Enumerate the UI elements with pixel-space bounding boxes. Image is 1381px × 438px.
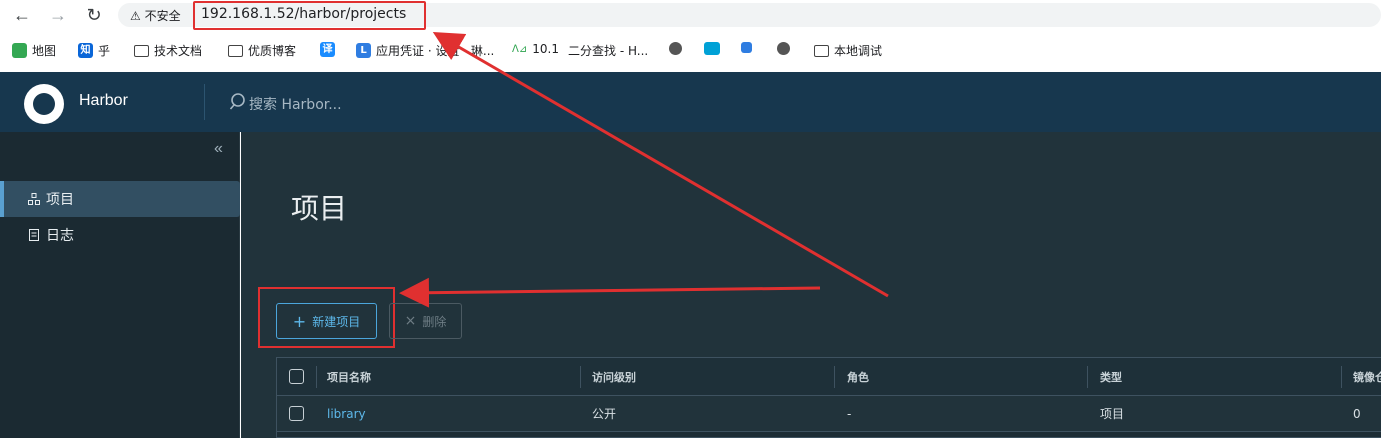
column-header-repos[interactable]: 镜像仓 [1353,358,1381,395]
maps-icon [12,43,27,58]
folder-icon [228,44,243,57]
collapse-sidebar-icon[interactable]: « [214,140,223,158]
bookmark-maps[interactable]: 地图 [12,42,56,59]
translate-icon: 译 [320,42,335,57]
close-icon: × [404,313,417,329]
bookmark-book[interactable] [741,42,752,53]
l-app-icon: L [356,43,371,58]
projects-icon [28,193,40,205]
bookmark-label: 10.1 [532,42,559,56]
zhihu-icon: 知 [78,43,93,58]
sidebar: « 项目 日志 [0,132,240,438]
back-icon[interactable]: ← [10,3,34,27]
logs-icon [29,229,39,241]
app-header: Harbor 搜索 Harbor... [0,72,1381,132]
bookmark-translate[interactable]: 译 [320,42,335,57]
browser-chrome: ← → ↻ ⚠ 不安全 192.168.1.52/harbor/projects… [0,0,1381,72]
row-checkbox[interactable] [289,396,304,431]
bookmark-label: 地图 [32,44,57,58]
bookmark-label: 应用凭证 · 设置 · 琳... [376,44,495,58]
bookmark-zhihu[interactable]: 知 乎 [78,42,110,59]
ai-icon: ᐱ⊿ [512,43,528,55]
url-highlight-box [193,1,426,30]
select-all-checkbox[interactable] [289,358,304,395]
bookmark-binary-search[interactable]: 二分查找 - H... [568,42,648,59]
folder-icon [814,44,829,57]
bilibili-icon [704,42,720,55]
header-divider [204,84,205,120]
bookmark-ai[interactable]: ᐱ⊿ 10.1 [512,42,559,56]
project-type: 项目 [1100,407,1125,421]
harbor-logo-icon[interactable] [24,84,64,124]
projects-table: 项目名称 访问级别 角色 类型 镜像仓 library 公开 - 项目 0 [276,357,1381,438]
project-name-link[interactable]: library [327,396,366,431]
delete-button[interactable]: × 删除 [389,303,462,339]
bookmark-local-debug[interactable]: 本地调试 [814,42,882,59]
project-role: - [847,406,852,421]
delete-label: 删除 [422,314,447,329]
sidebar-item-label: 项目 [46,192,74,208]
button-highlight-box [258,287,395,348]
bookmark-app-credentials[interactable]: L 应用凭证 · 设置 · 琳... [356,42,494,59]
forward-icon[interactable]: → [46,3,70,27]
column-header-name[interactable]: 项目名称 [327,358,371,395]
bookmark-blogs[interactable]: 优质博客 [228,42,296,59]
project-access: 公开 [592,407,617,421]
security-indicator[interactable]: ⚠ 不安全 [130,7,181,24]
bookmark-label: 二分查找 - H... [568,44,649,58]
search-icon [230,93,245,110]
page-title: 项目 [291,192,348,225]
main-content: 项目 + 新建项目 × 删除 项目名称 访问级别 角色 类型 镜像仓 libra… [241,132,1381,438]
warning-icon: ⚠ [130,9,141,23]
bookmarks-bar: 地图 知 乎 技术文档 优质博客 译 L 应用凭证 · 设置 · 琳... ᐱ⊿… [0,38,1381,64]
bookmark-tech-docs[interactable]: 技术文档 [134,42,202,59]
bookmark-label: 优质博客 [248,44,297,58]
app-title[interactable]: Harbor [79,92,128,110]
globe-icon [777,42,790,55]
table-row: library 公开 - 项目 0 [277,396,1381,432]
reload-icon[interactable]: ↻ [82,3,106,27]
bookmark-globe-2[interactable] [777,42,790,55]
bookmark-label: 本地调试 [834,44,883,58]
book-icon [741,42,752,53]
column-header-role[interactable]: 角色 [847,358,869,395]
bookmark-globe-1[interactable] [669,42,682,55]
bookmark-label: 乎 [98,44,111,58]
table-header: 项目名称 访问级别 角色 类型 镜像仓 [277,358,1381,396]
sidebar-item-label: 日志 [46,228,74,244]
security-label: 不安全 [144,9,181,23]
folder-icon [134,44,149,57]
sidebar-item-logs[interactable]: 日志 [0,217,240,253]
column-header-type[interactable]: 类型 [1100,358,1122,395]
globe-icon [669,42,682,55]
project-repo-count: 0 [1353,406,1361,421]
search-input[interactable]: 搜索 Harbor... [249,94,342,114]
sidebar-item-projects[interactable]: 项目 [0,181,240,217]
bookmark-label: 技术文档 [154,44,203,58]
column-header-access[interactable]: 访问级别 [592,358,636,395]
bookmark-bilibili[interactable] [704,42,720,55]
